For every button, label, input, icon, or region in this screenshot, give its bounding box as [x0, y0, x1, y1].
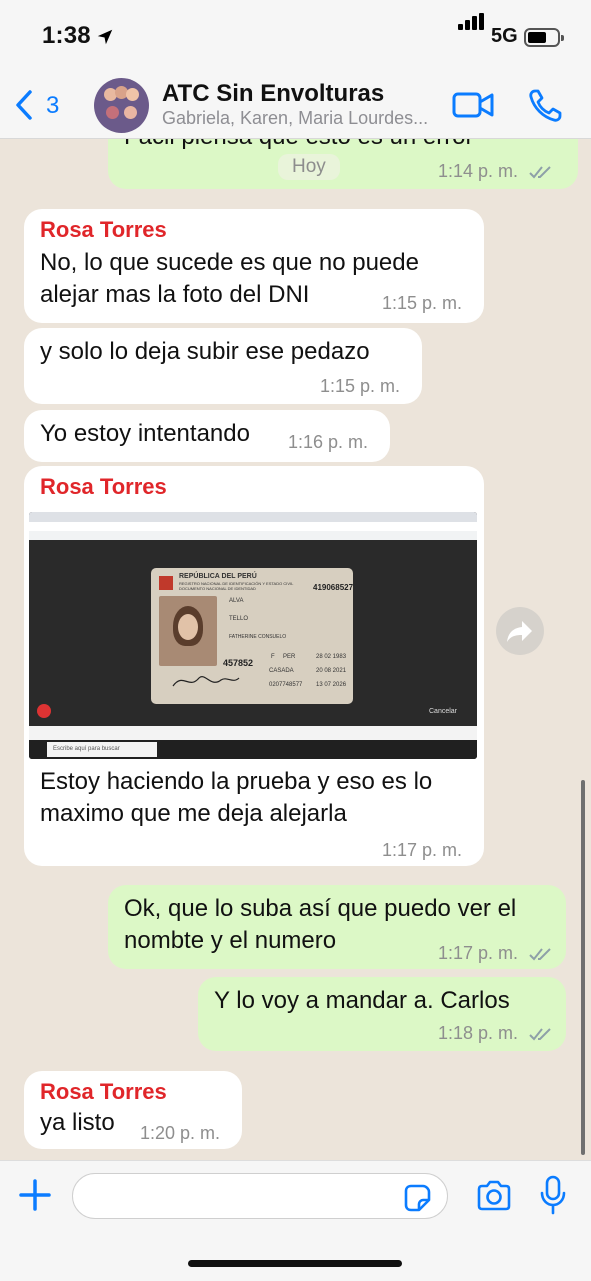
- message-outgoing[interactable]: Y lo voy a mandar a. Carlos 1:18 p. m.: [198, 977, 566, 1051]
- back-unread-count[interactable]: 3: [46, 92, 59, 120]
- peru-seal-icon: [159, 576, 173, 590]
- message-text-line: alejar mas la foto del DNI: [40, 281, 310, 308]
- battery-icon: [524, 28, 564, 47]
- message-text-line: Ok, que lo suba así que puedo ver el: [124, 895, 517, 922]
- forward-icon: [507, 621, 532, 642]
- id-photo: [159, 596, 217, 666]
- message-text: Y lo voy a mandar a. Carlos: [214, 987, 510, 1014]
- cancel-link: Cancelar: [429, 708, 458, 715]
- card-ubigeo: 457852: [223, 658, 254, 668]
- message-input[interactable]: [72, 1173, 448, 1219]
- card-civil-status: CASADA: [269, 668, 294, 674]
- sender-name: Rosa Torres: [40, 474, 167, 499]
- message-time: 1:15 p. m.: [320, 376, 401, 396]
- forward-button[interactable]: [496, 607, 544, 655]
- group-avatar[interactable]: [94, 78, 149, 133]
- read-ticks-icon: [529, 166, 551, 179]
- status-bar: 1:38 5G: [0, 0, 591, 74]
- chat-participants[interactable]: Gabriela, Karen, Maria Lourdes...: [162, 108, 452, 129]
- network-type: 5G: [491, 25, 518, 47]
- message-time: 1:17 p. m.: [382, 840, 463, 860]
- chat-title[interactable]: ATC Sin Envolturas: [162, 80, 384, 108]
- message-time: 1:14 p. m.: [438, 161, 519, 181]
- message-outgoing[interactable]: Facil piensa que esto es un error Hoy 1:…: [108, 139, 578, 189]
- message-text: ya listo: [40, 1109, 115, 1136]
- message-meta: 1:18 p. m.: [438, 1023, 553, 1044]
- id-card-image: REPÚBLICA DEL PERÚ REGISTRO NACIONAL DE …: [151, 568, 353, 704]
- record-button-icon: [37, 704, 51, 718]
- message-text: y solo lo deja subir ese pedazo: [40, 338, 370, 365]
- card-expiry-date: 13 07 2026: [316, 682, 347, 688]
- read-ticks-icon: [529, 948, 551, 961]
- card-birth-date: 28 02 1983: [316, 654, 347, 660]
- message-text-line: maximo que me deja alejarla: [40, 800, 347, 827]
- message-text-line: nombte y el numero: [124, 927, 337, 954]
- message-time: 1:18 p. m.: [438, 1023, 519, 1043]
- card-number: 419068527: [313, 583, 353, 592]
- card-issue-date: 20 08 2021: [316, 668, 347, 674]
- plus-icon[interactable]: [18, 1178, 52, 1212]
- message-outgoing[interactable]: Ok, que lo suba así que puedo ver el nom…: [108, 885, 566, 969]
- date-chip: Hoy: [278, 154, 340, 180]
- shared-image[interactable]: REPÚBLICA DEL PERÚ REGISTRO NACIONAL DE …: [29, 512, 477, 759]
- message-meta: 1:14 p. m.: [438, 161, 553, 182]
- chat-header: 3 ATC Sin Envolturas Gabriela, Karen, Ma…: [0, 74, 591, 139]
- message-text-line: Estoy haciendo la prueba y eso es lo: [40, 768, 433, 795]
- message-incoming[interactable]: Rosa Torres ya listo 1:20 p. m.: [24, 1071, 242, 1149]
- message-text-line: No, lo que sucede es que no puede: [40, 249, 419, 276]
- message-meta: 1:17 p. m.: [438, 943, 553, 964]
- message-incoming[interactable]: y solo lo deja subir ese pedazo 1:15 p. …: [24, 328, 422, 404]
- sender-name: Rosa Torres: [40, 1079, 167, 1104]
- read-ticks-icon: [529, 1028, 551, 1041]
- card-title: REPÚBLICA DEL PERÚ: [179, 573, 257, 580]
- message-time: 1:17 p. m.: [438, 943, 519, 963]
- scrollbar[interactable]: [581, 780, 585, 1155]
- message-incoming[interactable]: Rosa Torres No, lo que sucede es que no …: [24, 209, 484, 323]
- message-time: 1:20 p. m.: [140, 1123, 221, 1143]
- microphone-icon[interactable]: [540, 1175, 566, 1215]
- card-nationality: PER: [283, 654, 296, 660]
- card-given-names: FATHERINE CONSUELO: [229, 634, 287, 640]
- status-time: 1:38: [42, 22, 91, 49]
- phone-call-icon[interactable]: [527, 88, 563, 124]
- location-arrow-icon: [97, 29, 113, 45]
- message-time: 1:16 p. m.: [288, 432, 369, 452]
- sticker-icon[interactable]: [402, 1183, 432, 1213]
- card-document: DOCUMENTO NACIONAL DE IDENTIDAD: [179, 586, 256, 591]
- sender-name: Rosa Torres: [40, 217, 167, 242]
- home-indicator: [188, 1260, 402, 1267]
- back-chevron-icon[interactable]: [10, 88, 40, 122]
- message-input-bar: [0, 1160, 591, 1281]
- message-text: Facil piensa que esto es un error: [124, 139, 474, 153]
- video-call-icon[interactable]: [452, 90, 494, 120]
- card-sex: F: [271, 654, 275, 660]
- message-time: 1:15 p. m.: [382, 293, 463, 313]
- taskbar-search: Escribe aquí para buscar: [47, 742, 157, 757]
- message-text: Yo estoy intentando: [40, 420, 250, 447]
- camera-icon[interactable]: [475, 1179, 513, 1213]
- message-incoming[interactable]: Yo estoy intentando 1:16 p. m.: [24, 410, 390, 462]
- card-surname2: TELLO: [229, 616, 249, 622]
- card-voting-group: 0207748577: [269, 682, 303, 688]
- card-surname1: ALVA: [229, 598, 244, 604]
- signature-graphic: [172, 676, 240, 687]
